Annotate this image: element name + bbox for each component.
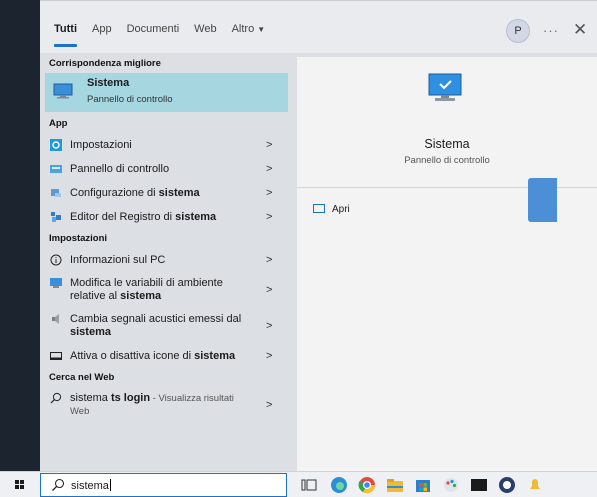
- app-item-system-configuration[interactable]: Configurazione di sistema >: [40, 181, 293, 205]
- search-icon: [50, 392, 62, 404]
- results-list: Corrispondenza migliore Sistema Pannello…: [40, 54, 293, 472]
- system-properties-icon: [50, 278, 62, 288]
- text-cursor: [109, 479, 111, 491]
- chrome-icon[interactable]: [358, 476, 376, 494]
- preview-title: Sistema: [424, 137, 470, 151]
- more-options-icon[interactable]: ···: [543, 23, 559, 38]
- web-query-highlight: ts login: [110, 392, 151, 404]
- chevron-right-icon[interactable]: >: [266, 248, 272, 272]
- msconfig-icon: [51, 189, 61, 197]
- edge-tab: [528, 178, 557, 222]
- best-match-title: Sistema: [87, 77, 130, 89]
- tab-apps[interactable]: App: [92, 23, 112, 35]
- windows-start-icon[interactable]: [15, 480, 25, 490]
- preview-pane: Sistema Pannello di controllo Apri: [297, 57, 597, 472]
- chevron-right-icon[interactable]: >: [266, 181, 272, 205]
- open-action[interactable]: Apri: [313, 204, 350, 215]
- tab-more[interactable]: Altro ▼: [232, 23, 266, 35]
- setting-label-line2: relative al: [70, 290, 121, 302]
- system-monitor-icon: [428, 73, 462, 101]
- control-panel-icon: [50, 165, 62, 173]
- setting-item-system-sounds[interactable]: Cambia segnali acustici emessi dal siste…: [40, 308, 293, 344]
- section-web-search: Cerca nel Web: [49, 372, 115, 383]
- search-value[interactable]: sistema: [71, 480, 109, 492]
- info-icon: [50, 254, 62, 266]
- settings-icon: [50, 139, 62, 151]
- web-suffix: - Visualizza risultati: [150, 393, 234, 404]
- app-label: Configurazione di: [70, 187, 159, 199]
- tab-documents[interactable]: Documenti: [127, 23, 180, 35]
- chevron-right-icon[interactable]: >: [266, 133, 272, 157]
- tab-all[interactable]: Tutti: [54, 23, 78, 47]
- system-monitor-icon: [53, 83, 73, 99]
- edge-browser-icon[interactable]: [330, 476, 348, 494]
- store-icon[interactable]: [414, 476, 432, 494]
- setting-label-highlight: sistema: [194, 350, 236, 362]
- paint-icon[interactable]: [442, 476, 460, 494]
- task-view-icon[interactable]: [300, 476, 318, 494]
- best-match-item[interactable]: Sistema Pannello di controllo: [45, 73, 288, 112]
- chevron-right-icon[interactable]: >: [266, 278, 272, 302]
- search-box[interactable]: sistema: [40, 473, 287, 497]
- section-best-match: Corrispondenza migliore: [49, 58, 161, 69]
- app-label-highlight: sistema: [158, 187, 200, 199]
- file-explorer-icon[interactable]: [386, 476, 404, 494]
- setting-label-line1: Cambia segnali acustici emessi dal: [70, 313, 242, 325]
- app-item-settings[interactable]: Impostazioni >: [40, 133, 293, 157]
- tab-web[interactable]: Web: [194, 23, 216, 35]
- search-input[interactable]: sistema: [71, 479, 111, 492]
- speaker-icon: [52, 314, 59, 324]
- chevron-right-icon[interactable]: >: [266, 157, 272, 181]
- setting-label-highlight: sistema: [120, 290, 162, 302]
- open-label: Apri: [332, 204, 350, 215]
- avatar[interactable]: P: [506, 19, 530, 43]
- terminal-icon[interactable]: [470, 476, 488, 494]
- section-apps: App: [49, 118, 68, 129]
- setting-item-about-pc[interactable]: Informazioni sul PC >: [40, 248, 293, 272]
- setting-label: Attiva o disattiva icone di: [70, 350, 195, 362]
- setting-label-line1: Modifica le variabili di ambiente: [70, 277, 223, 289]
- preview-subtitle: Pannello di controllo: [404, 155, 490, 166]
- tab-more-label[interactable]: Altro: [232, 23, 255, 35]
- taskbar-icon: [50, 352, 62, 360]
- web-line2: Web: [70, 406, 90, 417]
- chevron-right-icon[interactable]: >: [266, 344, 272, 368]
- web-item-ts-login[interactable]: sistema ts login - Visualizza risultati …: [40, 387, 293, 423]
- setting-item-env-variables[interactable]: Modifica le variabili di ambiente relati…: [40, 272, 293, 308]
- chevron-right-icon[interactable]: >: [266, 393, 272, 417]
- best-match-subtitle: Pannello di controllo: [87, 94, 173, 105]
- setting-label: Informazioni sul PC: [70, 254, 166, 266]
- setting-item-system-icons[interactable]: Attiva o disattiva icone di sistema >: [40, 344, 293, 368]
- chevron-right-icon[interactable]: >: [266, 314, 272, 338]
- taskbar: sistema: [0, 471, 597, 497]
- close-icon[interactable]: ✕: [573, 20, 587, 40]
- open-icon: [313, 204, 325, 213]
- app-item-control-panel[interactable]: Pannello di controllo >: [40, 157, 293, 181]
- chevron-right-icon[interactable]: >: [266, 205, 272, 229]
- caret-down-icon: ▼: [257, 25, 266, 34]
- app-label: Editor del Registro di: [70, 211, 176, 223]
- setting-label-highlight: sistema: [70, 326, 111, 338]
- app-label: Pannello di controllo: [70, 163, 170, 175]
- web-query: sistema: [70, 392, 111, 404]
- section-settings: Impostazioni: [49, 233, 108, 244]
- regedit-icon: [51, 212, 61, 222]
- search-panel: Tutti App Documenti Web Altro ▼ P ··· ✕ C…: [40, 0, 597, 472]
- notification-icon[interactable]: [526, 476, 544, 494]
- app-item-registry-editor[interactable]: Editor del Registro di sistema >: [40, 205, 293, 229]
- left-strip: [0, 0, 40, 471]
- app-label-highlight: sistema: [175, 211, 217, 223]
- search-tabs-bar: Tutti App Documenti Web Altro ▼ P ··· ✕: [40, 1, 597, 53]
- app-label: Impostazioni: [70, 139, 132, 151]
- search-icon: [52, 478, 65, 491]
- app-icon[interactable]: [498, 476, 516, 494]
